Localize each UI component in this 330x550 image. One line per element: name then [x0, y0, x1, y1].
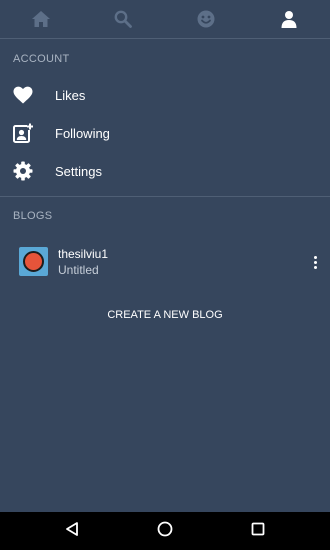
more-options-icon[interactable]: [308, 252, 322, 272]
menu-item-likes[interactable]: Likes: [0, 76, 330, 114]
add-contact-icon: [13, 123, 33, 143]
create-new-blog-button[interactable]: CREATE A NEW BLOG: [0, 303, 330, 327]
settings-label: Settings: [55, 163, 102, 179]
account-section-header: ACCOUNT: [13, 53, 70, 65]
activity-face-icon: [197, 10, 215, 28]
nav-search-button[interactable]: [82, 0, 164, 38]
blog-list-item[interactable]: thesilviu1 Untitled: [0, 240, 330, 284]
nav-home-button[interactable]: [0, 0, 82, 38]
blog-name: thesilviu1: [58, 247, 109, 261]
nav-activity-button[interactable]: [165, 0, 247, 38]
search-icon: [114, 10, 132, 28]
account-icon: [281, 10, 297, 28]
avatar-face-icon: [23, 251, 44, 272]
system-recents-button[interactable]: [228, 512, 288, 550]
heart-icon: [13, 85, 33, 105]
system-home-button[interactable]: [135, 512, 195, 550]
system-back-button[interactable]: [42, 512, 102, 550]
top-nav-bar: [0, 0, 330, 39]
home-circle-icon: [157, 521, 173, 542]
likes-label: Likes: [55, 87, 86, 103]
section-divider: [0, 196, 330, 197]
following-label: Following: [55, 125, 110, 141]
menu-item-following[interactable]: Following: [0, 114, 330, 152]
avatar: [19, 247, 48, 276]
menu-item-settings[interactable]: Settings: [0, 152, 330, 190]
blog-title: Untitled: [58, 263, 99, 277]
blogs-section-header: BLOGS: [13, 210, 53, 222]
system-nav-bar: [0, 512, 330, 550]
back-triangle-icon: [64, 521, 80, 542]
gear-icon: [13, 161, 33, 181]
recents-square-icon: [251, 522, 265, 541]
nav-account-button[interactable]: [248, 0, 330, 38]
home-icon: [31, 10, 51, 28]
